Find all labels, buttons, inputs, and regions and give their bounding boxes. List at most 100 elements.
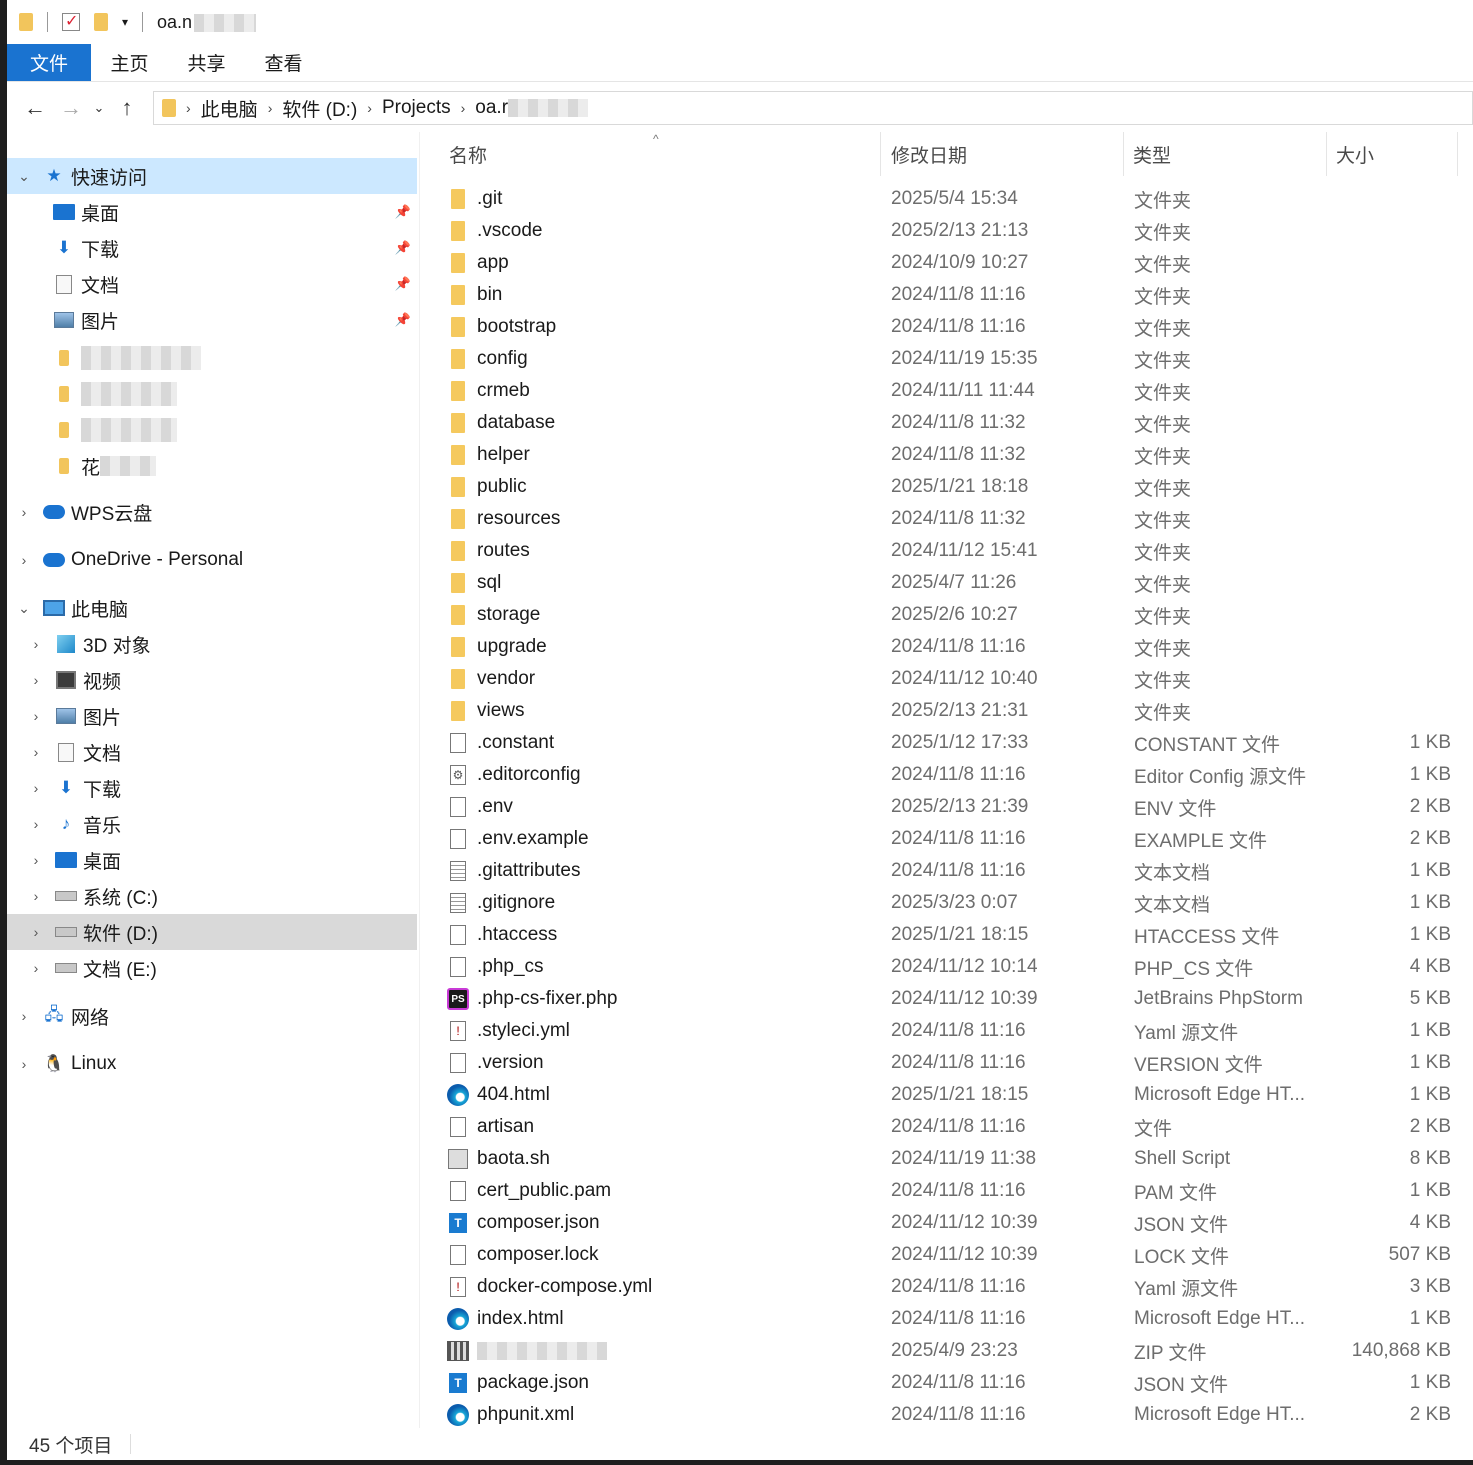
sidebar-item-pc-pictures[interactable]: › 图片 [7, 698, 417, 734]
pin-icon[interactable]: 📌 [395, 312, 411, 328]
column-header-size[interactable]: 大小 [1326, 132, 1374, 176]
file-row[interactable]: .env 2025/2/13 21:39 ENV 文件 2 KB [447, 791, 1457, 823]
file-row[interactable]: cert_public.pam 2024/11/8 11:16 PAM 文件 1 KB [447, 1175, 1457, 1207]
file-row[interactable]: ! docker-compose.yml 2024/11/8 11:16 Yaml 源… [447, 1271, 1457, 1303]
file-row[interactable]: config 2024/11/19 15:35 文件夹 [447, 343, 1457, 375]
chevron-right-icon[interactable]: › [29, 888, 43, 904]
breadcrumb-current[interactable]: oa.r [475, 97, 589, 119]
file-row[interactable]: app 2024/10/9 10:27 文件夹 [447, 247, 1457, 279]
sidebar-item-downloads[interactable]: ⬇ 下载 📌 [7, 230, 417, 266]
chevron-right-icon[interactable]: › [268, 100, 273, 116]
column-header-type[interactable]: 类型 [1123, 132, 1171, 176]
file-row[interactable]: crmeb 2024/11/11 11:44 文件夹 [447, 375, 1457, 407]
file-row[interactable]: .php_cs 2024/11/12 10:14 PHP_CS 文件 4 KB [447, 951, 1457, 983]
file-row[interactable]: 2025/4/9 23:23 ZIP 文件 140,868 KB [447, 1335, 1457, 1367]
sidebar-item-pictures[interactable]: 图片 📌 [7, 302, 417, 338]
sidebar-item-network[interactable]: › 🖧 网络 [7, 998, 417, 1034]
file-row[interactable]: resources 2024/11/8 11:32 文件夹 [447, 503, 1457, 535]
file-row[interactable]: routes 2024/11/12 15:41 文件夹 [447, 535, 1457, 567]
sidebar-item-pinned-folder[interactable] [7, 376, 417, 412]
chevron-down-icon[interactable]: ⌄ [17, 168, 31, 185]
chevron-right-icon[interactable]: › [29, 816, 43, 832]
sidebar-item-pc-desktop[interactable]: › 桌面 [7, 842, 417, 878]
breadcrumb-this-pc[interactable]: 此电脑 [201, 95, 258, 122]
sidebar-item-onedrive[interactable]: › OneDrive - Personal [7, 542, 417, 578]
chevron-right-icon[interactable]: › [17, 552, 31, 568]
sidebar-item-desktop[interactable]: 桌面 📌 [7, 194, 417, 230]
sidebar-item-drive-d[interactable]: › 软件 (D:) [7, 914, 417, 950]
file-row[interactable]: helper 2024/11/8 11:32 文件夹 [447, 439, 1457, 471]
tab-home[interactable]: 主页 [91, 44, 168, 81]
sidebar-item-pc-downloads[interactable]: › ⬇ 下载 [7, 770, 417, 806]
file-row[interactable]: .vscode 2025/2/13 21:13 文件夹 [447, 215, 1457, 247]
sidebar-item-pinned-folder[interactable] [7, 340, 417, 376]
sidebar-item-linux[interactable]: › 🐧 Linux [7, 1046, 417, 1082]
chevron-right-icon[interactable]: › [367, 100, 372, 116]
pin-icon[interactable]: 📌 [395, 204, 411, 220]
sidebar-item-videos[interactable]: › 视频 [7, 662, 417, 698]
file-row[interactable]: baota.sh 2024/11/19 11:38 Shell Script 8 KB [447, 1143, 1457, 1175]
chevron-right-icon[interactable]: › [186, 100, 191, 116]
chevron-right-icon[interactable]: › [17, 504, 31, 520]
sidebar-item-pinned-folder[interactable] [7, 412, 417, 448]
tab-file[interactable]: 文件 [7, 44, 91, 81]
file-row[interactable]: .gitignore 2025/3/23 0:07 文本文档 1 KB [447, 887, 1457, 919]
file-row[interactable]: bootstrap 2024/11/8 11:16 文件夹 [447, 311, 1457, 343]
pane-divider[interactable] [419, 132, 420, 1428]
column-resize-handle[interactable] [1457, 132, 1458, 176]
file-row[interactable]: index.html 2024/11/8 11:16 Microsoft Edge … [447, 1303, 1457, 1335]
file-row[interactable]: ! .styleci.yml 2024/11/8 11:16 Yaml 源文件 1 KB [447, 1015, 1457, 1047]
properties-icon[interactable] [62, 11, 80, 31]
file-row[interactable]: phpunit.xml 2024/11/8 11:16 Microsoft Edge… [447, 1399, 1457, 1428]
file-row[interactable]: artisan 2024/11/8 11:16 文件 2 KB [447, 1111, 1457, 1143]
up-arrow-icon[interactable]: ↑ [109, 95, 145, 121]
sidebar-item-wps[interactable]: › WPS云盘 [7, 494, 417, 530]
file-row[interactable]: .htaccess 2025/1/21 18:15 HTACCESS 文件 1 KB [447, 919, 1457, 951]
column-header-name[interactable]: 名称 [439, 132, 487, 176]
chevron-right-icon[interactable]: › [29, 924, 43, 940]
file-row[interactable]: Tcomposer.json 2024/11/12 10:39 JSON 文件 4 K… [447, 1207, 1457, 1239]
file-row[interactable]: database 2024/11/8 11:32 文件夹 [447, 407, 1457, 439]
file-row[interactable]: .constant 2025/1/12 17:33 CONSTANT 文件 1 KB [447, 727, 1457, 759]
file-row[interactable]: .version 2024/11/8 11:16 VERSION 文件 1 KB [447, 1047, 1457, 1079]
sidebar-item-quick-access[interactable]: ⌄ ★ 快速访问 [7, 158, 417, 194]
chevron-right-icon[interactable]: › [461, 100, 466, 116]
file-row[interactable]: 404.html 2025/1/21 18:15 Microsoft Edge HT… [447, 1079, 1457, 1111]
file-row[interactable]: vendor 2024/11/12 10:40 文件夹 [447, 663, 1457, 695]
chevron-right-icon[interactable]: › [29, 708, 43, 724]
sidebar-item-drive-c[interactable]: › 系统 (C:) [7, 878, 417, 914]
customize-toolbar-icon[interactable]: ▾ [122, 15, 128, 29]
chevron-right-icon[interactable]: › [29, 852, 43, 868]
sidebar-item-this-pc[interactable]: ⌄ 此电脑 [7, 590, 417, 626]
sidebar-item-pc-documents[interactable]: › 文档 [7, 734, 417, 770]
file-row[interactable]: Tpackage.json 2024/11/8 11:16 JSON 文件 1 KB [447, 1367, 1457, 1399]
sidebar-item-music[interactable]: › ♪ 音乐 [7, 806, 417, 842]
chevron-right-icon[interactable]: › [17, 1056, 31, 1072]
file-row[interactable]: bin 2024/11/8 11:16 文件夹 [447, 279, 1457, 311]
address-bar[interactable]: › 此电脑 › 软件 (D:) › Projects › oa.r [153, 91, 1473, 125]
file-row[interactable]: upgrade 2024/11/8 11:16 文件夹 [447, 631, 1457, 663]
tab-view[interactable]: 查看 [245, 44, 322, 81]
file-row[interactable]: .git 2025/5/4 15:34 文件夹 [447, 183, 1457, 215]
file-row[interactable]: ⚙ .editorconfig 2024/11/8 11:16 Editor Conf… [447, 759, 1457, 791]
file-row[interactable]: views 2025/2/13 21:31 文件夹 [447, 695, 1457, 727]
breadcrumb-projects[interactable]: Projects [382, 97, 451, 119]
sidebar-item-pinned-folder[interactable]: 花 [7, 448, 417, 484]
column-header-date[interactable]: 修改日期 [881, 132, 967, 176]
sidebar-item-3d-objects[interactable]: › 3D 对象 [7, 626, 417, 662]
chevron-right-icon[interactable]: › [17, 1008, 31, 1024]
chevron-down-icon[interactable]: ⌄ [17, 600, 31, 617]
back-arrow-icon[interactable]: ← [17, 95, 53, 121]
pin-icon[interactable]: 📌 [395, 240, 411, 256]
file-row[interactable]: composer.lock 2024/11/12 10:39 LOCK 文件 507 … [447, 1239, 1457, 1271]
file-row[interactable]: storage 2025/2/6 10:27 文件夹 [447, 599, 1457, 631]
chevron-right-icon[interactable]: › [29, 672, 43, 688]
file-row[interactable]: sql 2025/4/7 11:26 文件夹 [447, 567, 1457, 599]
breadcrumb-drive-d[interactable]: 软件 (D:) [282, 95, 357, 122]
file-row[interactable]: public 2025/1/21 18:18 文件夹 [447, 471, 1457, 503]
sidebar-item-documents[interactable]: 文档 📌 [7, 266, 417, 302]
recent-locations-icon[interactable]: ⌄ [89, 100, 109, 116]
tab-share[interactable]: 共享 [168, 44, 245, 81]
chevron-right-icon[interactable]: › [29, 780, 43, 796]
pin-icon[interactable]: 📌 [395, 276, 411, 292]
